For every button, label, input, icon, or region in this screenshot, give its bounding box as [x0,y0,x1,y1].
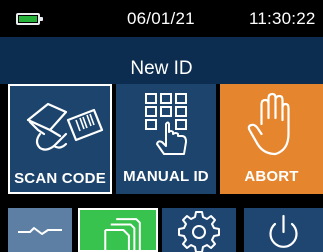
files-icon [104,218,141,250]
stop-hand-icon [247,92,290,156]
status-time: 11:30:22 [249,9,316,28]
battery-level-fill [19,16,37,22]
page-title: New ID [130,58,193,79]
action-tiles: SCAN CODE MANUAL ID ABORT [0,84,323,194]
power-icon [269,214,298,248]
barcode-scanner-icon [26,102,104,151]
title-bar: New ID [0,37,323,84]
device-screen: 06/01/21 11:30:22 New ID SCAN CODE MANUA… [0,0,323,252]
line-graph-icon [18,227,62,235]
nav-settings-button[interactable] [162,208,236,252]
scan-code-label: SCAN CODE [14,170,106,187]
nav-graph-button[interactable] [8,208,72,252]
gear-icon [178,211,220,252]
abort-button[interactable]: ABORT [220,84,323,194]
nav-files-button[interactable] [78,208,158,252]
manual-id-label: MANUAL ID [123,168,209,185]
status-bar: 06/01/21 11:30:22 [0,0,323,36]
manual-id-button[interactable]: MANUAL ID [116,84,216,194]
bottom-navigation [0,194,323,252]
nav-power-button[interactable] [244,208,323,252]
battery-icon [16,13,43,25]
scan-code-button[interactable]: SCAN CODE [8,84,112,194]
status-date: 06/01/21 [127,9,195,28]
keypad-hand-icon [145,93,187,155]
abort-label: ABORT [244,168,299,185]
